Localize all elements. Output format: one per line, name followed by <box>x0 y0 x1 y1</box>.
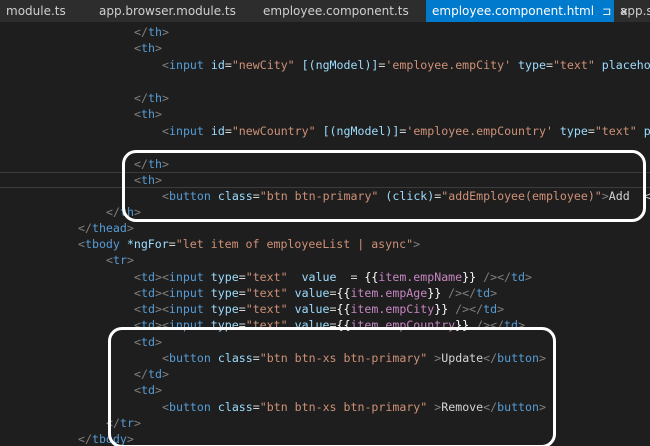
code-line: </thead> <box>78 221 134 235</box>
tab-label: app.sha <box>620 4 650 18</box>
tab-app-browser-module-ts[interactable]: app.browser.module.ts <box>93 0 236 22</box>
code-line: <td><input type="text" value={{item.empC… <box>134 318 525 332</box>
code-line: </th> <box>134 25 169 39</box>
code-line: <tbody *ngFor="let item of employeeList … <box>78 237 421 251</box>
code-line: </td> <box>134 367 169 381</box>
code-line: <input id="newCountry" [(ngModel)]='empl… <box>162 124 650 138</box>
tab-label: employee.component.html <box>432 4 595 18</box>
code-line: <td><input type="text" value={{item.empA… <box>134 286 498 300</box>
editor-tab-bar: module.ts app.browser.module.ts employee… <box>0 0 650 22</box>
code-line: <td> <box>134 335 162 349</box>
tab-label: employee.component.ts <box>263 4 409 18</box>
code-line: </th> <box>134 91 169 105</box>
tab-module-ts[interactable]: module.ts <box>0 0 86 22</box>
code-line: <th> <box>134 173 162 187</box>
code-line: </tbody> <box>78 432 134 446</box>
code-editor[interactable]: </th> <th> <input id="newCity" [(ngModel… <box>0 22 650 446</box>
tab-label: app.browser.module.ts <box>99 4 236 18</box>
current-line-highlight <box>0 172 650 188</box>
code-line: <tr> <box>106 253 134 267</box>
code-line: <button class="btn btn-xs btn-primary" >… <box>162 351 546 365</box>
tab-employee-component-html[interactable]: employee.component.html ⊐ × <box>426 0 629 22</box>
code-line: </th> <box>134 157 169 171</box>
code-line: <td><input type="text" value={{item.empC… <box>134 302 505 316</box>
tab-employee-component-ts[interactable]: employee.component.ts <box>257 0 409 22</box>
code-line: </th> <box>106 205 141 219</box>
tab-label: module.ts <box>6 4 66 18</box>
code-line: <td> <box>134 383 162 397</box>
code-line: <input id="newCity" [(ngModel)]='employe… <box>162 58 650 72</box>
code-line: <td><input type="text" value = {{item.em… <box>134 270 532 284</box>
code-line: <th> <box>134 107 162 121</box>
code-line: <button class="btn btn-xs btn-primary" >… <box>162 400 546 414</box>
highlight-box-row-buttons <box>108 327 556 446</box>
pin-icon[interactable]: ⊐ <box>602 5 611 18</box>
code-line: <th> <box>134 41 162 55</box>
code-line: </tr> <box>106 416 141 430</box>
code-line: <button class="btn btn-primary" (click)=… <box>162 189 650 203</box>
tab-app-sha[interactable]: app.sha <box>614 0 650 22</box>
